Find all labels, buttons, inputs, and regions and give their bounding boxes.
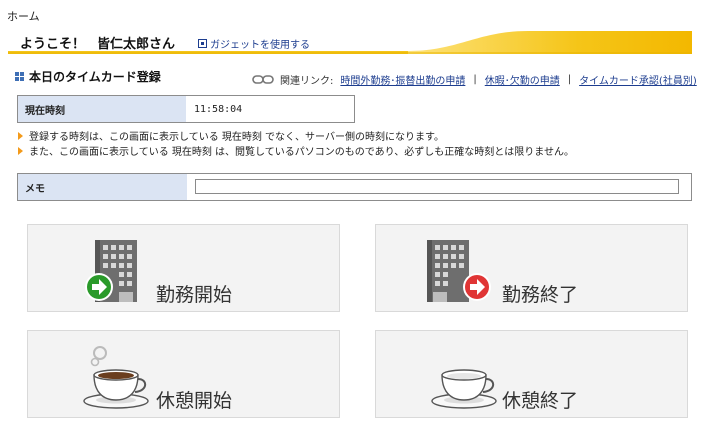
work-start-label: 勤務開始 <box>156 284 233 306</box>
welcome-banner: ようこそ！ 皆仁太郎さん ガジェットを使用する <box>8 29 692 55</box>
empty-coffee-cup-icon <box>431 369 497 409</box>
note-item: 登録する時刻は、この画面に表示している 現在時刻 でなく、サーバー側の時刻になり… <box>18 128 574 143</box>
break-end-label: 休憩終了 <box>502 390 579 412</box>
use-gadget-link[interactable]: ガジェットを使用する <box>198 36 310 51</box>
breadcrumb-home[interactable]: ホーム <box>7 8 40 24</box>
note-text: また、この画面に表示している 現在時刻 は、閲覧しているパソコンのものであり、必… <box>29 147 574 158</box>
office-building-end-icon <box>427 240 491 302</box>
work-start-button[interactable]: 勤務開始 <box>27 224 340 312</box>
memo-row: メモ <box>17 173 692 201</box>
gadget-icon <box>198 39 207 48</box>
section-title: 本日のタイムカード登録 <box>15 68 161 85</box>
welcome-text: ようこそ！ 皆仁太郎さん <box>20 33 175 52</box>
grid-icon <box>15 71 25 82</box>
work-end-label: 勤務終了 <box>502 284 579 306</box>
link-separator: | <box>567 74 572 85</box>
memo-input[interactable] <box>195 179 679 194</box>
current-time-label: 現在時刻 <box>18 96 186 122</box>
break-start-label: 休憩開始 <box>156 390 233 412</box>
use-gadget-label: ガジェットを使用する <box>210 40 310 51</box>
steaming-coffee-cup-icon <box>83 346 149 409</box>
timecard-approval-link[interactable]: タイムカード承認(社員別) <box>579 72 697 87</box>
notes: 登録する時刻は、この画面に表示している 現在時刻 でなく、サーバー側の時刻になり… <box>18 128 574 158</box>
leave-request-link[interactable]: 休暇･欠勤の申請 <box>485 72 560 87</box>
current-time-value: 11:58:04 <box>194 103 243 115</box>
break-start-button[interactable]: 休憩開始 <box>27 330 340 418</box>
overtime-request-link[interactable]: 時間外勤務･振替出勤の申請 <box>340 72 465 87</box>
link-separator: | <box>473 74 477 85</box>
related-links-label: 関連リンク: <box>280 76 334 87</box>
note-text: 登録する時刻は、この画面に表示している 現在時刻 でなく、サーバー側の時刻になり… <box>29 132 444 143</box>
note-arrow-icon <box>18 131 23 140</box>
note-item: また、この画面に表示している 現在時刻 は、閲覧しているパソコンのものであり、必… <box>18 143 574 158</box>
section-title-text: 本日のタイムカード登録 <box>29 70 161 84</box>
current-time-row: 現在時刻 11:58:04 <box>17 95 355 123</box>
office-building-start-icon <box>85 240 137 302</box>
note-arrow-icon <box>18 146 23 155</box>
related-links: 関連リンク: 時間外勤務･振替出勤の申請 | 休暇･欠勤の申請 | タイムカード… <box>252 72 697 87</box>
welcome-greeting: ようこそ！ <box>20 37 86 52</box>
link-chain-icon <box>252 75 274 84</box>
break-end-button[interactable]: 休憩終了 <box>375 330 688 418</box>
work-end-button[interactable]: 勤務終了 <box>375 224 688 312</box>
user-name: 皆仁太郎さん <box>97 37 176 52</box>
memo-label: メモ <box>18 174 187 200</box>
